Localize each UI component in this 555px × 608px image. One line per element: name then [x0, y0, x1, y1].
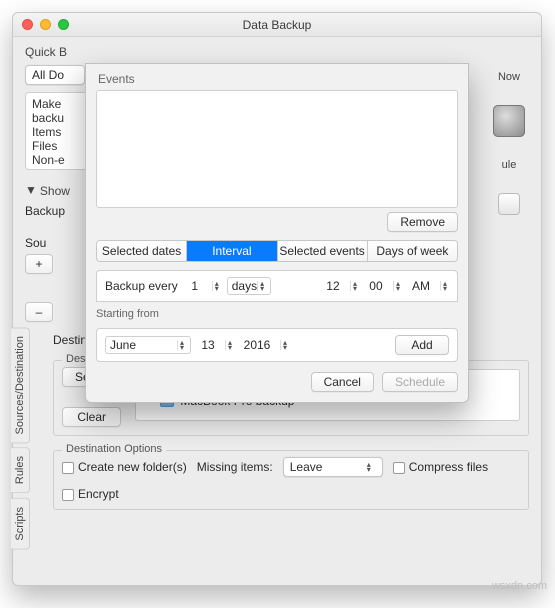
start-month-select[interactable]: June ▴▾ — [105, 336, 191, 354]
quick-backup-select[interactable]: All Do — [25, 65, 85, 85]
drive-icon[interactable] — [493, 105, 525, 137]
clear-destination-button[interactable]: Clear — [62, 407, 121, 427]
create-folder-checkbox[interactable]: Create new folder(s) — [62, 460, 187, 474]
quick-backup-value: All Do — [32, 68, 64, 82]
titlebar: Data Backup — [13, 13, 541, 37]
now-label: Now — [498, 71, 520, 83]
remove-source-button[interactable]: – — [25, 302, 53, 322]
schedule-icon[interactable] — [498, 193, 520, 215]
encrypt-checkbox[interactable]: Encrypt — [62, 487, 119, 501]
time-hour[interactable]: 12 — [322, 279, 344, 293]
hour-stepper[interactable]: ▴▾ — [350, 281, 359, 291]
start-day[interactable]: 13 — [197, 338, 219, 352]
tab-days-of-week[interactable]: Days of week — [368, 241, 457, 261]
schedule-button[interactable]: Schedule — [382, 372, 458, 392]
remove-event-button[interactable]: Remove — [387, 212, 458, 232]
year-stepper[interactable]: ▴▾ — [280, 340, 289, 350]
tab-scripts[interactable]: Scripts — [11, 498, 30, 550]
chevron-updown-icon: ▴▾ — [362, 462, 376, 472]
destination-options-legend: Destination Options — [62, 443, 166, 455]
start-year[interactable]: 2016 — [240, 338, 274, 352]
missing-items-value: Leave — [290, 460, 323, 474]
day-stepper[interactable]: ▴▾ — [225, 340, 234, 350]
watermark: wsxdn.com — [492, 580, 547, 592]
starting-from-label: Starting from — [96, 308, 458, 320]
app-window: Data Backup Quick B All Do Make backu It… — [12, 12, 542, 586]
add-source-button[interactable]: + — [25, 254, 53, 274]
cancel-button[interactable]: Cancel — [311, 372, 374, 392]
interval-value[interactable]: 1 — [184, 279, 206, 293]
tab-selected-events[interactable]: Selected events — [278, 241, 368, 261]
missing-items-select[interactable]: Leave ▴▾ — [283, 457, 383, 477]
tab-selected-dates[interactable]: Selected dates — [97, 241, 187, 261]
events-label: Events — [98, 72, 458, 86]
minute-stepper[interactable]: ▴▾ — [393, 281, 402, 291]
schedule-sheet: Events Remove Selected dates Interval Se… — [85, 63, 469, 403]
time-ampm[interactable]: AM — [408, 279, 434, 293]
window-title: Data Backup — [13, 18, 541, 32]
interval-unit-value: days — [232, 279, 257, 293]
tab-sources-destination[interactable]: Sources/Destination — [11, 327, 30, 443]
backup-every-label: Backup every — [105, 279, 178, 293]
compress-checkbox[interactable]: Compress files — [393, 460, 488, 474]
tab-interval[interactable]: Interval — [187, 241, 277, 261]
missing-items-label: Missing items: — [197, 460, 273, 474]
add-event-button[interactable]: Add — [395, 335, 449, 355]
schedule-mode-tabs: Selected dates Interval Selected events … — [96, 240, 458, 262]
chevron-updown-icon: ▴▾ — [257, 281, 266, 291]
interval-unit-select[interactable]: days ▴▾ — [227, 277, 271, 295]
quick-backup-label: Quick B — [25, 45, 67, 59]
tab-rules[interactable]: Rules — [11, 447, 30, 493]
schedule-fragment-label: ule — [502, 159, 517, 171]
ampm-stepper[interactable]: ▴▾ — [440, 281, 449, 291]
time-minute[interactable]: 00 — [365, 279, 387, 293]
triangle-down-icon: ▼ — [25, 183, 37, 197]
events-list[interactable] — [96, 90, 458, 208]
interval-stepper[interactable]: ▴▾ — [212, 281, 221, 291]
start-month-value: June — [110, 338, 136, 352]
chevron-updown-icon: ▴▾ — [177, 340, 186, 350]
